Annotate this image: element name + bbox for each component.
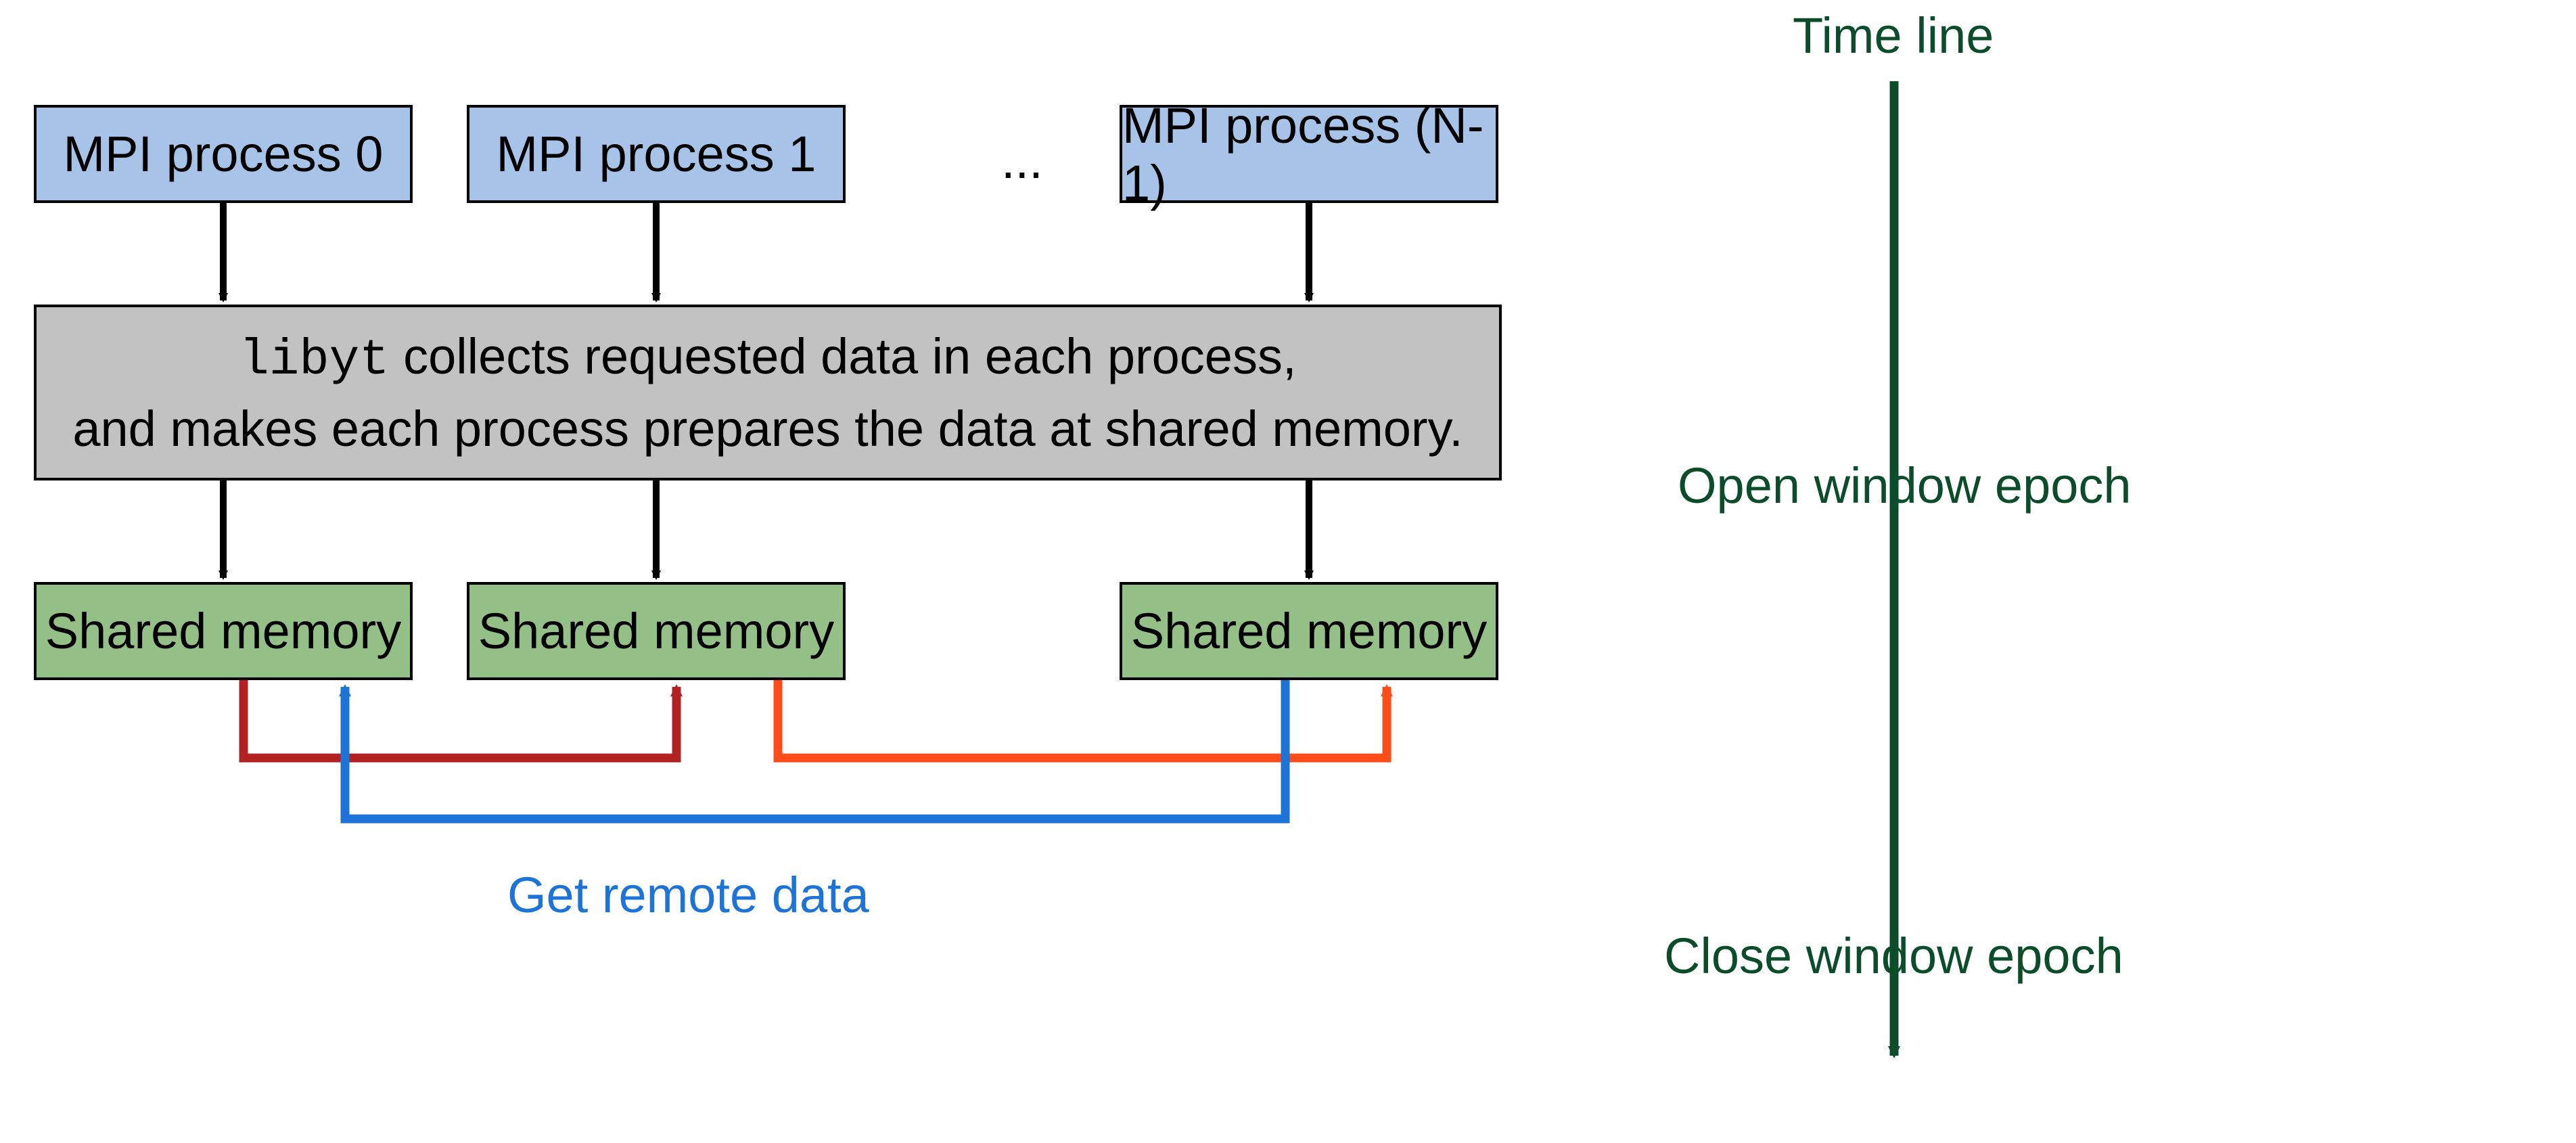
arrow-shared2-to-shared0 [345, 680, 1285, 819]
shared-memory-2-box: Shared memory [1120, 582, 1498, 680]
mpi-process-n-label: MPI process (N-1) [1122, 97, 1496, 212]
collect-line-2: and makes each process prepares the data… [72, 395, 1463, 463]
arrow-shared0-to-shared1 [244, 680, 676, 758]
mpi-ellipsis: ... [1001, 132, 1043, 189]
close-window-epoch-label: Close window epoch [1664, 927, 2123, 985]
shared-memory-0-box: Shared memory [34, 582, 413, 680]
libyt-collect-box: libyt collects requested data in each pr… [34, 305, 1502, 480]
mpi-process-1-box: MPI process 1 [467, 105, 846, 203]
collect-line-1: libyt collects requested data in each pr… [239, 323, 1296, 395]
mpi-process-n-box: MPI process (N-1) [1120, 105, 1498, 203]
shared-memory-1-label: Shared memory [478, 602, 834, 660]
libyt-code: libyt [239, 332, 389, 389]
shared-memory-2-label: Shared memory [1131, 602, 1487, 660]
mpi-process-0-box: MPI process 0 [34, 105, 413, 203]
timeline-label: Time line [1793, 7, 1994, 64]
arrow-shared1-to-shared2 [778, 680, 1387, 758]
collect-line-1-rest: collects requested data in each process, [390, 328, 1297, 384]
shared-memory-1-box: Shared memory [467, 582, 846, 680]
mpi-process-1-label: MPI process 1 [497, 125, 816, 183]
mpi-process-0-label: MPI process 0 [64, 125, 384, 183]
shared-memory-0-label: Shared memory [45, 602, 401, 660]
get-remote-data-label: Get remote data [507, 866, 869, 924]
open-window-epoch-label: Open window epoch [1678, 457, 2132, 514]
